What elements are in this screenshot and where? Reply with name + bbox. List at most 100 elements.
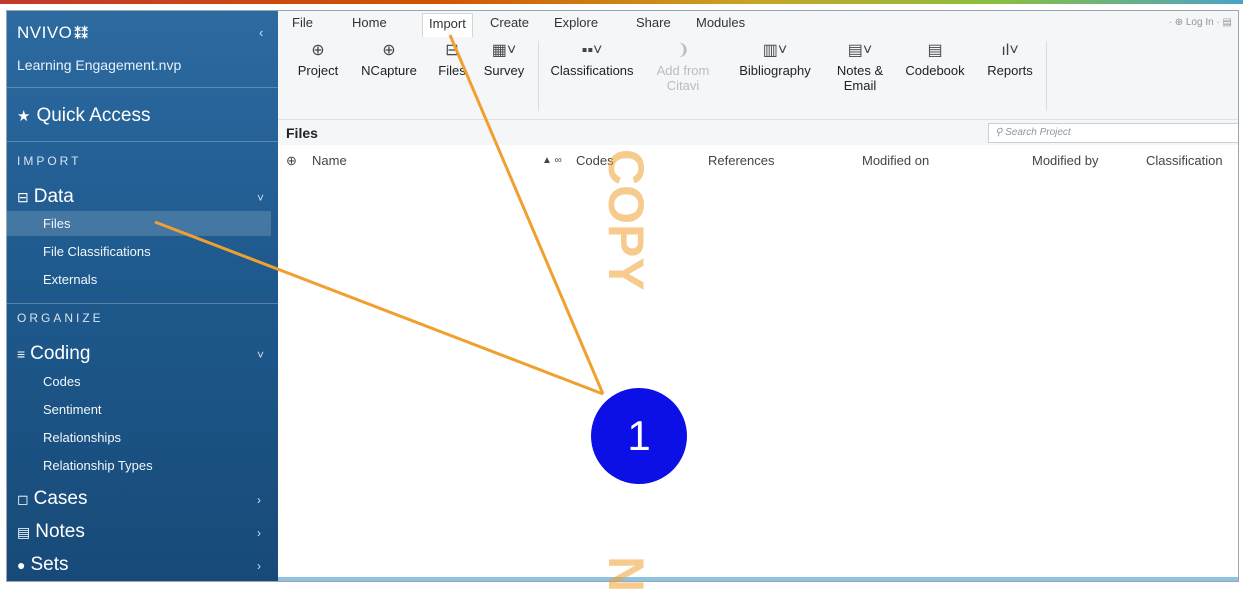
notes-email-icon: ▤˅: [847, 42, 873, 59]
sidebar-group-sets[interactable]: ● Sets: [17, 554, 69, 576]
coding-group-label: Coding: [30, 343, 91, 364]
classifications-label: Classifications: [550, 63, 634, 78]
column-modified-on[interactable]: Modified on: [862, 153, 929, 168]
sidebar-item-relationship-types[interactable]: Relationship Types: [43, 458, 153, 473]
project-label: Project: [297, 63, 339, 78]
survey-icon: ▦˅: [491, 42, 517, 59]
sidebar-item-file-classifications[interactable]: File Classifications: [43, 244, 151, 259]
project-button[interactable]: ⊕ Project: [288, 39, 348, 78]
search-input[interactable]: ⚲ Search Project: [988, 123, 1238, 143]
ribbon-tabs: File Home Import Create Explore Share Mo…: [278, 11, 1238, 37]
tab-file[interactable]: File: [292, 15, 313, 30]
chevron-right-icon[interactable]: ›: [257, 493, 261, 507]
chevron-down-icon[interactable]: ˅: [257, 348, 264, 362]
tab-import[interactable]: Import: [422, 13, 473, 37]
sidebar-group-data[interactable]: ⊟ Data: [17, 186, 74, 208]
notes-group-label: Notes: [35, 521, 85, 542]
sidebar-item-files[interactable]: Files: [43, 216, 70, 231]
classifications-button[interactable]: ▪▪˅ Classifications: [542, 39, 642, 78]
cases-group-label: Cases: [33, 488, 88, 509]
divider: [7, 303, 278, 304]
login-link[interactable]: · ⊕ Log In · ▤: [1169, 17, 1232, 28]
divider: [7, 141, 278, 142]
data-group-label: Data: [33, 186, 74, 207]
tab-create[interactable]: Create: [490, 15, 529, 30]
reports-icon: ıl˅: [1001, 42, 1019, 59]
column-references[interactable]: References: [708, 153, 774, 168]
data-icon: ⊟: [17, 189, 29, 205]
chevron-right-icon[interactable]: ›: [257, 526, 261, 540]
nvivo-window: NVIVO ⁑⁑ ‹ Learning Engagement.nvp ★ Quick…: [6, 10, 1239, 582]
notes-icon: ▤: [17, 524, 31, 540]
sidebar-group-coding[interactable]: ≡ Coding: [17, 343, 90, 365]
notes-label: Notes &: [836, 63, 884, 78]
project-name: Learning Engagement.nvp: [17, 57, 182, 73]
sets-group-label: Sets: [30, 554, 69, 575]
sidebar-item-relationships[interactable]: Relationships: [43, 430, 121, 445]
step-number-badge: 1: [591, 388, 687, 484]
tab-modules[interactable]: Modules: [696, 15, 745, 30]
column-modified-by[interactable]: Modified by: [1032, 153, 1098, 168]
app-name: NVIVO: [17, 23, 73, 42]
quick-access[interactable]: ★ Quick Access: [17, 105, 151, 127]
codebook-button[interactable]: ▤ Codebook: [898, 39, 972, 78]
bottom-status-bar: [278, 577, 1238, 581]
navigation-sidebar: NVIVO ⁑⁑ ‹ Learning Engagement.nvp ★ Quick…: [7, 11, 278, 581]
survey-button[interactable]: ▦˅ Survey: [476, 39, 532, 78]
globe-icon: ⊕: [382, 42, 396, 59]
add-from-citavi-button[interactable]: ❩ Add from Citavi: [648, 39, 718, 93]
reports-button[interactable]: ıl˅ Reports: [980, 39, 1040, 78]
tab-explore[interactable]: Explore: [554, 15, 598, 30]
files-icon: ⊟: [445, 42, 459, 59]
search-icon: ⚲: [995, 127, 1003, 138]
list-title: Files: [286, 125, 318, 141]
sidebar-item-codes[interactable]: Codes: [43, 374, 81, 389]
citavi-label: Citavi: [666, 78, 700, 93]
tab-share[interactable]: Share: [636, 15, 671, 30]
sort-ascending-icon[interactable]: ▲ ∞: [542, 155, 562, 166]
classifications-icon: ▪▪˅: [581, 42, 603, 59]
divider: [538, 41, 539, 111]
files-label: Files: [438, 63, 466, 78]
plus-circle-icon: ⊕: [311, 42, 325, 59]
coding-icon: ≡: [17, 346, 26, 362]
bibliography-label: Bibliography: [739, 63, 811, 78]
citavi-icon: ❩: [676, 42, 690, 59]
files-button[interactable]: ⊟ Files: [432, 39, 472, 78]
cases-icon: ◻: [17, 491, 29, 507]
column-name[interactable]: Name: [312, 153, 347, 168]
ncapture-label: NCapture: [361, 63, 417, 78]
file-list[interactable]: [278, 175, 1238, 581]
tab-home[interactable]: Home: [352, 15, 387, 30]
expand-all-icon[interactable]: ⊕: [286, 153, 297, 169]
column-header-row: ⊕ Name ▲ ∞ Codes References Modified on …: [278, 145, 1238, 175]
ncapture-button[interactable]: ⊕ NCapture: [352, 39, 426, 78]
top-color-strip: [0, 0, 1243, 4]
divider: [1046, 41, 1047, 111]
chevron-down-icon[interactable]: ˅: [257, 191, 264, 205]
ribbon: File Home Import Create Explore Share Mo…: [278, 11, 1238, 119]
sidebar-group-notes[interactable]: ▤ Notes: [17, 521, 85, 543]
column-codes[interactable]: Codes: [576, 153, 614, 168]
bibliography-icon: ▥˅: [762, 42, 788, 59]
sidebar-group-cases[interactable]: ◻ Cases: [17, 488, 87, 510]
collapse-sidebar-icon[interactable]: ‹: [259, 25, 263, 40]
chevron-right-icon[interactable]: ›: [257, 559, 261, 573]
app-logo-mark: ⁑⁑: [74, 26, 89, 41]
reports-label: Reports: [987, 63, 1033, 78]
sidebar-item-externals[interactable]: Externals: [43, 272, 97, 287]
sidebar-item-sentiment[interactable]: Sentiment: [43, 402, 102, 417]
add-from-label: Add from: [656, 63, 710, 78]
notes-email-button[interactable]: ▤˅ Notes & Email: [828, 39, 892, 93]
quick-access-label: Quick Access: [36, 105, 151, 126]
search-placeholder: Search Project: [1005, 127, 1071, 138]
codebook-icon: ▤: [927, 42, 943, 59]
sets-icon: ●: [17, 557, 26, 573]
column-classification[interactable]: Classification: [1146, 153, 1223, 168]
survey-label: Survey: [483, 63, 525, 78]
pin-icon: ★: [17, 108, 31, 125]
list-header: Files ⚲ Search Project: [278, 119, 1238, 145]
section-import-heading: IMPORT: [17, 154, 82, 168]
bibliography-button[interactable]: ▥˅ Bibliography: [730, 39, 820, 78]
section-organize-heading: ORGANIZE: [17, 311, 104, 325]
